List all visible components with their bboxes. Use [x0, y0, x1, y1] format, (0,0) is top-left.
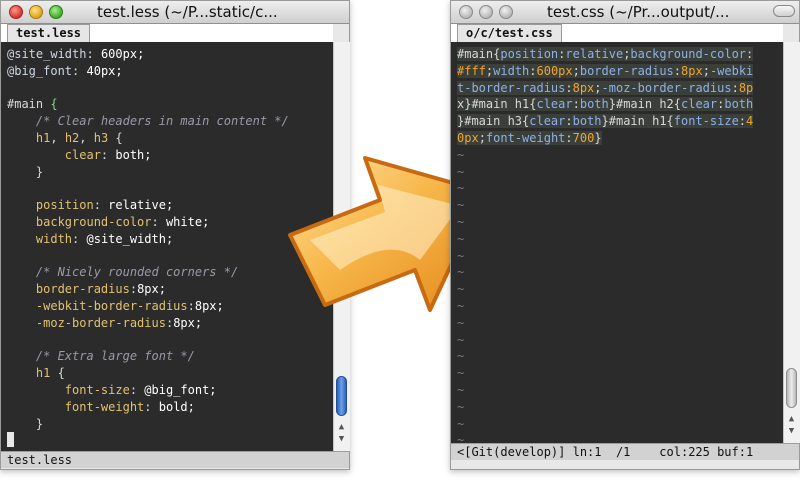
right-code-editor[interactable]: #main{position:relative;background-color…	[451, 42, 783, 443]
minimize-button[interactable]	[479, 5, 493, 19]
code-line: @site_width: 600px;	[7, 47, 145, 61]
maximize-button[interactable]	[49, 5, 63, 19]
empty-line-marker: ~	[457, 315, 465, 330]
empty-line-marker: ~	[457, 181, 465, 196]
empty-line-marker: ~	[457, 366, 465, 381]
css-output-code: #main{position:relative;background-color…	[457, 46, 754, 443]
left-tabbar: test.less	[1, 24, 333, 42]
right-titlebar: test.css (~/Pr...output/...	[451, 1, 799, 24]
code-line: clear: both;	[64, 147, 152, 162]
code-line: #fff;width:600px;border-radius:8px;-webk…	[457, 63, 754, 78]
scroll-up-arrow-icon[interactable]: ▲	[336, 422, 347, 433]
code-line: -webkit-border-radius:8px;	[35, 298, 224, 313]
code-line: x}#main h1{clear:both}#main h2{clear:bot…	[457, 97, 754, 112]
code-line: background-color: white;	[35, 214, 210, 229]
empty-line-marker: ~	[457, 282, 465, 297]
maximize-button[interactable]	[499, 5, 513, 19]
code-line: h1 {	[35, 366, 65, 381]
scroll-down-arrow-icon[interactable]: ▼	[786, 426, 797, 437]
right-status-bar: <[Git(develop)] ln:1 /1 col:225 buf:1	[451, 443, 799, 460]
code-line: /* Extra large font */	[7, 349, 195, 364]
empty-line-marker: ~	[457, 382, 465, 397]
toolbar-toggle-button[interactable]	[773, 5, 795, 17]
window-title: test.less (~/P...static/c...	[97, 3, 278, 21]
code-line: width: @site_width;	[35, 231, 174, 246]
tab-test-less[interactable]: test.less	[7, 24, 91, 42]
minimize-button[interactable]	[29, 5, 43, 19]
code-line: position: relative;	[35, 198, 174, 213]
code-line: }	[35, 416, 44, 431]
empty-line-marker: ~	[457, 332, 465, 347]
empty-line-marker: ~	[457, 416, 465, 431]
code-line: h1, h2, h3 {	[35, 130, 123, 145]
close-button[interactable]	[459, 5, 473, 19]
empty-line-marker: ~	[457, 265, 465, 280]
empty-line-marker: ~	[457, 214, 465, 229]
left-status-bar: test.less	[1, 451, 349, 468]
scroll-up-arrow-icon[interactable]: ▲	[786, 414, 797, 425]
code-line: font-weight: bold;	[64, 399, 195, 414]
code-line: #main{position:relative;background-color…	[457, 47, 754, 61]
code-line: @big_font: 40px;	[7, 63, 123, 78]
code-line: }#main h3{clear:both}#main h1{font-size:…	[457, 114, 754, 129]
tab-test-css[interactable]: o/c/test.css	[457, 24, 562, 42]
code-line: /* Clear headers in main content */	[7, 114, 289, 129]
left-titlebar: test.less (~/P...static/c...	[1, 1, 349, 24]
code-line: /* Nicely rounded corners */	[7, 265, 239, 280]
right-editor-window: test.css (~/Pr...output/... o/c/test.css…	[450, 0, 800, 470]
code-line: }	[35, 164, 44, 179]
empty-line-marker: ~	[457, 349, 465, 364]
empty-line-marker: ~	[457, 298, 465, 313]
code-line: border-radius:8px;	[35, 282, 166, 297]
code-line: font-size: @big_font;	[64, 382, 217, 397]
right-scroll-thumb[interactable]	[786, 368, 797, 408]
cursor-block	[7, 432, 14, 447]
code-line: 0px;font-weight:700}	[457, 130, 602, 145]
window-title: test.css (~/Pr...output/...	[547, 3, 730, 21]
empty-line-marker: ~	[457, 248, 465, 263]
less-source-code: @site_width: 600px; @big_font: 40px; #ma…	[7, 46, 289, 449]
left-scroll-thumb[interactable]	[336, 376, 347, 416]
empty-line-marker: ~	[457, 399, 465, 414]
empty-line-marker: ~	[457, 231, 465, 246]
right-tabbar: o/c/test.css	[451, 24, 783, 42]
empty-line-marker: ~	[457, 164, 465, 179]
scroll-down-arrow-icon[interactable]: ▼	[336, 434, 347, 445]
empty-line-marker: ~	[457, 198, 465, 213]
right-scrollbar[interactable]: ▲ ▼	[783, 42, 800, 443]
empty-line-marker: ~	[457, 433, 465, 443]
code-line: #main {	[7, 97, 58, 112]
code-line: t-border-radius:8px;-moz-border-radius:8…	[457, 80, 754, 95]
empty-line-marker: ~	[457, 147, 465, 162]
code-line: -moz-border-radius:8px;	[35, 315, 203, 330]
close-button[interactable]	[9, 5, 23, 19]
